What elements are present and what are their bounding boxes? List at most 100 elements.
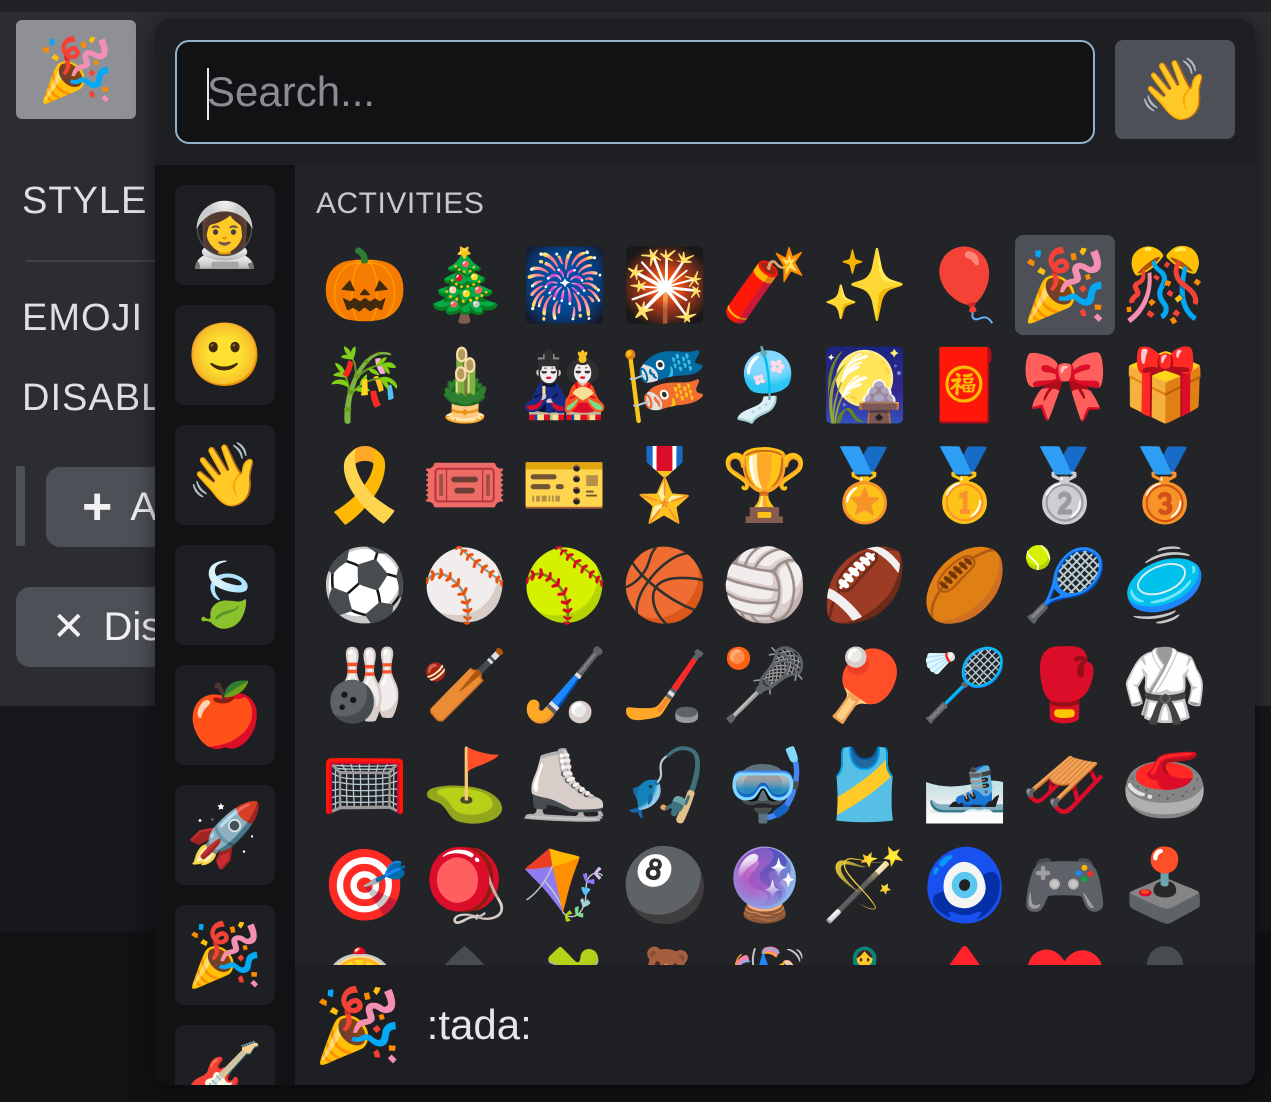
emoji-cell[interactable]: 🎽 — [815, 735, 915, 835]
emoji-cell[interactable]: 🪀 — [415, 835, 515, 935]
emoji-grid: 🎃 🎄 🎆 🎇 🧨 ✨ 🎈 🎉 🎊 🎋 🎍 🎎 🎏 🎐 🎑 🧧 🎀 🎁 🎗️ 🎟️ 🎫 🎖️ 🏆 🏅 🥇 🥈 🥉 ⚽ ⚾ 🥎 🏀 🏐 🏈 🏉 🎾 🥏 🎳… — [315, 235, 1215, 965]
emoji-cell[interactable]: 🪄 — [815, 835, 915, 935]
emoji-cell[interactable]: 🎊 — [1115, 235, 1215, 335]
emoji-cell[interactable]: 🧩 — [515, 935, 615, 965]
disable-button-label: Dis — [103, 604, 162, 649]
emoji-cell[interactable]: 🏏 — [415, 635, 515, 735]
emoji-cell[interactable]: 🎫 — [515, 435, 615, 535]
emoji-cell[interactable]: 🏀 — [615, 535, 715, 635]
emoji-cell[interactable]: ⛸️ — [515, 735, 615, 835]
category-activities[interactable]: 🎉 — [175, 905, 275, 1005]
search-box[interactable] — [175, 40, 1095, 144]
emoji-cell[interactable]: 🥇 — [915, 435, 1015, 535]
emoji-cell[interactable]: 🎮 — [1015, 835, 1115, 935]
emoji-cell[interactable]: 🥊 — [1015, 635, 1115, 735]
add-button-label: A — [130, 484, 158, 529]
text-caret — [207, 68, 209, 120]
emoji-cell[interactable]: 🪁 — [515, 835, 615, 935]
emoji-cell[interactable]: 🏆 — [715, 435, 815, 535]
emoji-cell[interactable]: 🎀 — [1015, 335, 1115, 435]
disable-label: DISABL — [22, 377, 164, 419]
emoji-cell[interactable]: 🎑 — [815, 335, 915, 435]
emoji-cell[interactable]: 🎏 — [615, 335, 715, 435]
category-custom[interactable]: 👩‍🚀 — [175, 185, 275, 285]
category-travel[interactable]: 🚀 — [175, 785, 275, 885]
preview-name: :tada: — [426, 1001, 532, 1048]
emoji-cell[interactable]: 🏈 — [815, 535, 915, 635]
emoji-cell[interactable]: 🏅 — [815, 435, 915, 535]
emoji-cell[interactable]: 🏉 — [915, 535, 1015, 635]
emoji-cell[interactable]: 🎁 — [1115, 335, 1215, 435]
category-rail: 👩‍🚀 🙂 👋 🍃 🍎 🚀 🎉 🎸 — [155, 165, 295, 1085]
emoji-cell[interactable]: 🧧 — [915, 335, 1015, 435]
emoji-cell[interactable]: 🥏 — [1115, 535, 1215, 635]
emoji-cell[interactable]: 🪆 — [815, 935, 915, 965]
skin-tone-button[interactable]: 👋 — [1115, 40, 1235, 139]
emoji-cell[interactable]: 🎋 — [315, 335, 415, 435]
emoji-cell[interactable]: ⚾ — [415, 535, 515, 635]
emoji-cell[interactable]: 🧸 — [615, 935, 715, 965]
emoji-cell[interactable]: 🎟️ — [415, 435, 515, 535]
category-food[interactable]: 🍎 — [175, 665, 275, 765]
close-icon: ✕ — [52, 605, 86, 649]
top-bar — [0, 0, 1271, 12]
emoji-cell[interactable]: 🎇 — [615, 235, 715, 335]
emoji-cell[interactable]: 🏓 — [815, 635, 915, 735]
category-people[interactable]: 🙂 — [175, 305, 275, 405]
emoji-cell[interactable]: 🎾 — [1015, 535, 1115, 635]
emoji-cell[interactable]: 🎈 — [915, 235, 1015, 335]
emoji-grid-area: ACTIVITIES 🎃 🎄 🎆 🎇 🧨 ✨ 🎈 🎉 🎊 🎋 🎍 🎎 🎏 🎐 🎑 🧧 🎀 🎁 🎗️ 🎟️ 🎫 🎖️ 🏆 🏅 🥇 🥈… — [295, 165, 1255, 965]
emoji-cell[interactable]: 🏐 — [715, 535, 815, 635]
emoji-cell[interactable]: ♣️ — [1115, 935, 1215, 965]
emoji-cell[interactable]: ♥️ — [1015, 935, 1115, 965]
emoji-cell[interactable]: 🎿 — [915, 735, 1015, 835]
emoji-cell[interactable]: 🕹️ — [1115, 835, 1215, 935]
emoji-cell[interactable]: 🎗️ — [315, 435, 415, 535]
emoji-cell[interactable]: ⛳ — [415, 735, 515, 835]
emoji-cell[interactable]: 🤿 — [715, 735, 815, 835]
emoji-cell[interactable]: 🏒 — [615, 635, 715, 735]
emoji-cell[interactable]: ♦️ — [915, 935, 1015, 965]
emoji-cell[interactable]: 🔮 — [715, 835, 815, 935]
emoji-cell[interactable]: 🎆 — [515, 235, 615, 335]
emoji-cell[interactable]: 🎄 — [415, 235, 515, 335]
emoji-cell[interactable]: 🥍 — [715, 635, 815, 735]
emoji-cell[interactable]: 🏑 — [515, 635, 615, 735]
emoji-cell[interactable]: 🎳 — [315, 635, 415, 735]
emoji-cell[interactable]: 🎱 — [615, 835, 715, 935]
emoji-cell[interactable]: 🥅 — [315, 735, 415, 835]
emoji-cell[interactable]: 🎃 — [315, 235, 415, 335]
emoji-cell[interactable]: 🧿 — [915, 835, 1015, 935]
preview-emoji: 🎉 — [313, 983, 403, 1067]
emoji-cell[interactable]: ♠️ — [415, 935, 515, 965]
style-label: STYLE — [22, 180, 148, 222]
section-title: ACTIVITIES — [316, 187, 485, 220]
emoji-cell[interactable]: 🛷 — [1015, 735, 1115, 835]
emoji-cell[interactable]: 🪅 — [715, 935, 815, 965]
emoji-picker-button[interactable]: 🎉 — [16, 20, 136, 119]
emoji-cell[interactable]: 🥎 — [515, 535, 615, 635]
emoji-cell[interactable]: 🎯 — [315, 835, 415, 935]
emoji-cell[interactable]: 🥉 — [1115, 435, 1215, 535]
emoji-cell[interactable]: ⚽ — [315, 535, 415, 635]
emoji-cell[interactable]: 🥌 — [1115, 735, 1215, 835]
emoji-cell[interactable]: 🥈 — [1015, 435, 1115, 535]
emoji-cell[interactable]: ✨ — [815, 235, 915, 335]
emoji-cell[interactable]: 🎣 — [615, 735, 715, 835]
emoji-preview-bar: 🎉 :tada: — [295, 965, 1255, 1085]
category-gestures[interactable]: 👋 — [175, 425, 275, 525]
emoji-cell[interactable]: 🥋 — [1115, 635, 1215, 735]
group-indicator — [16, 466, 25, 546]
emoji-cell[interactable]: 🎰 — [315, 935, 415, 965]
emoji-picker: 👋 👩‍🚀🙂👋🍃🍎🚀🎉🎸 ACTIVITIES 🎃🎄🎆🎇🧨✨🎈🎉🎊🎋🎍🎎🎏🎐🎑🧧… — [155, 19, 1255, 1085]
emoji-cell[interactable]: 🏸 — [915, 635, 1015, 735]
emoji-cell[interactable]: 🎍 — [415, 335, 515, 435]
emoji-cell[interactable]: 🎖️ — [615, 435, 715, 535]
emoji-cell[interactable]: 🎉 — [1015, 235, 1115, 335]
category-objects[interactable]: 🎸 — [175, 1025, 275, 1085]
emoji-cell[interactable]: 🎐 — [715, 335, 815, 435]
search-input[interactable] — [207, 68, 1093, 116]
emoji-cell[interactable]: 🧨 — [715, 235, 815, 335]
category-nature[interactable]: 🍃 — [175, 545, 275, 645]
emoji-cell[interactable]: 🎎 — [515, 335, 615, 435]
